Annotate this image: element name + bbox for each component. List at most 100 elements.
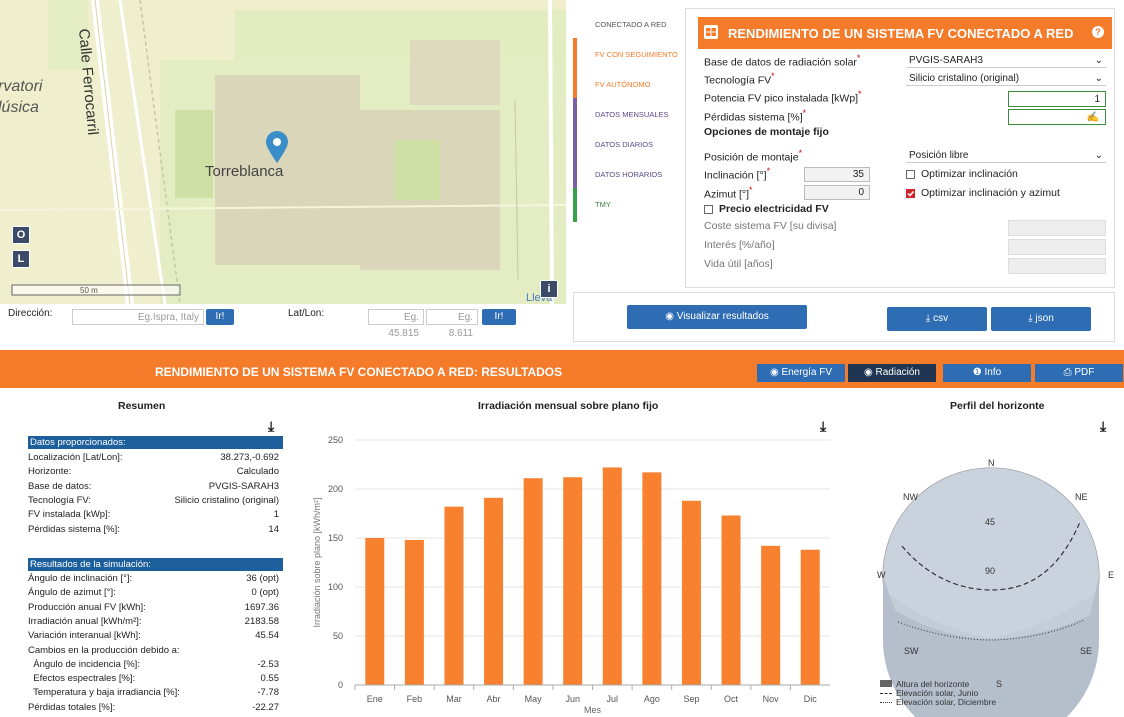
x-tick-label: Nov	[763, 694, 780, 704]
download-icon: ⤓	[925, 313, 934, 324]
x-axis-label: Mes	[584, 705, 602, 715]
radiation-db-select[interactable]: PVGIS-SARAH3 ⌄	[906, 54, 1106, 68]
x-tick-label: Jul	[607, 694, 619, 704]
csv-button[interactable]: ⤓ csv	[887, 307, 987, 331]
summary-row: Horizonte: Calculado	[28, 465, 283, 479]
azim-input[interactable]: 0	[804, 185, 870, 200]
summary-value: Silicio cristalino (original)	[174, 494, 279, 506]
summary-key: Ángulo de incidencia [%]:	[28, 658, 140, 670]
bar	[721, 515, 741, 685]
radiation-button[interactable]: ◉ Radiación	[848, 364, 936, 382]
legend-swatch	[880, 680, 892, 687]
summary-row: Pérdidas sistema [%]: 14	[28, 523, 283, 537]
life-input[interactable]	[1008, 258, 1106, 274]
interest-input[interactable]	[1008, 239, 1106, 255]
tab-datos-horarios[interactable]: DATOS HORARIOS	[573, 158, 685, 192]
x-tick-label: Sep	[683, 694, 699, 704]
x-tick-label: Dic	[804, 694, 817, 704]
tool-tabs: CONECTADO A RED FV CON SEGUIMIENTO FV AU…	[573, 8, 685, 222]
summary-value: 0 (opt)	[251, 587, 279, 599]
summary-key: Base de datos:	[28, 480, 92, 492]
bar	[800, 549, 820, 685]
legend-december: Elevación solar, Diciembre	[880, 698, 996, 707]
direccion-go-button[interactable]: Ir!	[206, 309, 234, 325]
summary-row: Temperatura y baja irradiancia [%]: -7.78	[28, 686, 283, 700]
cost-input[interactable]	[1008, 220, 1106, 236]
s-label: S	[996, 679, 1002, 689]
json-button[interactable]: ⤓ json	[991, 307, 1091, 331]
direccion-input[interactable]: Eg.Ispra, Italy	[72, 309, 204, 325]
summary-key: Pérdidas totales [%]:	[28, 701, 116, 713]
y-axis-label: Irradiación sobre plano [kWh/m²]	[312, 497, 322, 627]
summary-value: -22.27	[252, 701, 279, 713]
bar	[404, 539, 424, 685]
results-panel: RENDIMIENTO DE UN SISTEMA FV CONECTADO A…	[0, 350, 1124, 717]
map-view[interactable]: Calle Ferrocarril rvatori lúsica Torrebl…	[0, 0, 566, 304]
mount-pos-label: Posición de montaje*	[704, 148, 802, 164]
peak-power-input[interactable]: 1	[1008, 91, 1106, 107]
peak-power-label: Potencia FV pico instalada [kWp]*	[704, 89, 862, 105]
chart-title: Irradiación mensual sobre plano fijo	[478, 400, 659, 412]
price-label: Precio electricidad FV	[719, 203, 829, 215]
info-icon: ❶	[972, 367, 985, 378]
map-o-button[interactable]: O	[12, 226, 30, 244]
tab-fv-seguimiento[interactable]: FV CON SEGUIMIENTO	[573, 38, 685, 72]
tab-conectado-red[interactable]: CONECTADO A RED	[573, 8, 685, 42]
tab-label: DATOS DIARIOS	[595, 140, 654, 149]
summary-row: FV instalada [kWp]: 1	[28, 508, 283, 522]
download-icon[interactable]: ⤓	[1100, 418, 1106, 435]
tab-fv-autonomo[interactable]: FV AUTÓNOMO	[573, 68, 685, 102]
summary-key: Irradiación anual [kWh/m²]:	[28, 615, 142, 627]
tab-tmy[interactable]: TMY	[573, 188, 685, 222]
address-bar: Dirección: Eg.Ispra, Italy Ir! Lat/Lon: …	[0, 304, 566, 340]
horizon-title: Perfil del horizonte	[950, 400, 1045, 412]
results-header: RENDIMIENTO DE UN SISTEMA FV CONECTADO A…	[0, 350, 1124, 388]
visualize-button[interactable]: ◉ Visualizar resultados	[627, 305, 807, 329]
losses-input[interactable]: ✍	[1008, 109, 1106, 125]
eye-icon: ◉	[665, 311, 677, 322]
lon-input[interactable]: Eg. 8.611	[426, 309, 478, 339]
opt-incl-checkbox[interactable]	[906, 170, 915, 179]
map-label-musica: lúsica	[0, 99, 39, 116]
incl-input[interactable]: 35	[804, 167, 870, 182]
tab-label: TMY	[595, 200, 611, 209]
info-label: Info	[984, 367, 1002, 378]
opt-incl-azim-checkbox[interactable]	[906, 189, 915, 198]
pv-tech-select[interactable]: Silicio cristalino (original) ⌄	[906, 72, 1106, 86]
horizon-legend: Altura del horizonte Elevación solar, Ju…	[880, 680, 996, 707]
lat-input[interactable]: Eg. 45.815	[368, 309, 424, 339]
mount-pos-select[interactable]: Posición libre ⌄	[906, 149, 1106, 163]
azim-label: Azimut [°]*	[704, 185, 753, 201]
x-tick-label: Mar	[446, 694, 462, 704]
summary-row: Producción anual FV [kWh]: 1697.36	[28, 601, 283, 615]
y-tick-label: 100	[328, 582, 343, 592]
results-title: RENDIMIENTO DE UN SISTEMA FV CONECTADO A…	[155, 365, 563, 379]
pdf-button[interactable]: ⎙ PDF	[1035, 364, 1123, 382]
info-button[interactable]: ❶ Info	[943, 364, 1031, 382]
mount-pos-value: Posición libre	[909, 150, 969, 161]
map-info-button[interactable]: i	[540, 280, 558, 298]
x-tick-label: May	[525, 694, 543, 704]
horizon-profile-chart: N NE E SE S SW W NW 45 90	[877, 458, 1114, 717]
legend-text: Elevación solar, Diciembre	[896, 697, 997, 707]
ne-label: NE	[1075, 492, 1088, 502]
help-icon[interactable]: ?	[1092, 26, 1104, 38]
tab-datos-mensuales[interactable]: DATOS MENSUALES	[573, 98, 685, 132]
form-title-bar: RENDIMIENTO DE UN SISTEMA FV CONECTADO A…	[698, 17, 1112, 49]
download-icon[interactable]: ⤓	[268, 418, 274, 435]
pv-tech-label: Tecnología FV*	[704, 71, 775, 87]
summary-value: 36 (opt)	[246, 573, 279, 584]
y-tick-label: 250	[328, 435, 343, 445]
input-form: RENDIMIENTO DE UN SISTEMA FV CONECTADO A…	[685, 8, 1115, 288]
summary-value: 38.273,-0.692	[220, 452, 279, 463]
energy-button[interactable]: ◉ Energía FV	[757, 364, 845, 382]
price-checkbox[interactable]	[704, 205, 713, 214]
summary-row: Ángulo de inclinación [°]: 36 (opt)	[28, 572, 283, 586]
summary-value: 1	[273, 509, 279, 521]
w-label: W	[877, 570, 886, 580]
map-l-button[interactable]: L	[12, 250, 30, 268]
latlon-go-button[interactable]: Ir!	[482, 309, 516, 325]
tab-datos-diarios[interactable]: DATOS DIARIOS	[573, 128, 685, 162]
scale-label: 50 m	[80, 286, 98, 295]
opt-incl-label: Optimizar inclinación	[921, 168, 1018, 180]
